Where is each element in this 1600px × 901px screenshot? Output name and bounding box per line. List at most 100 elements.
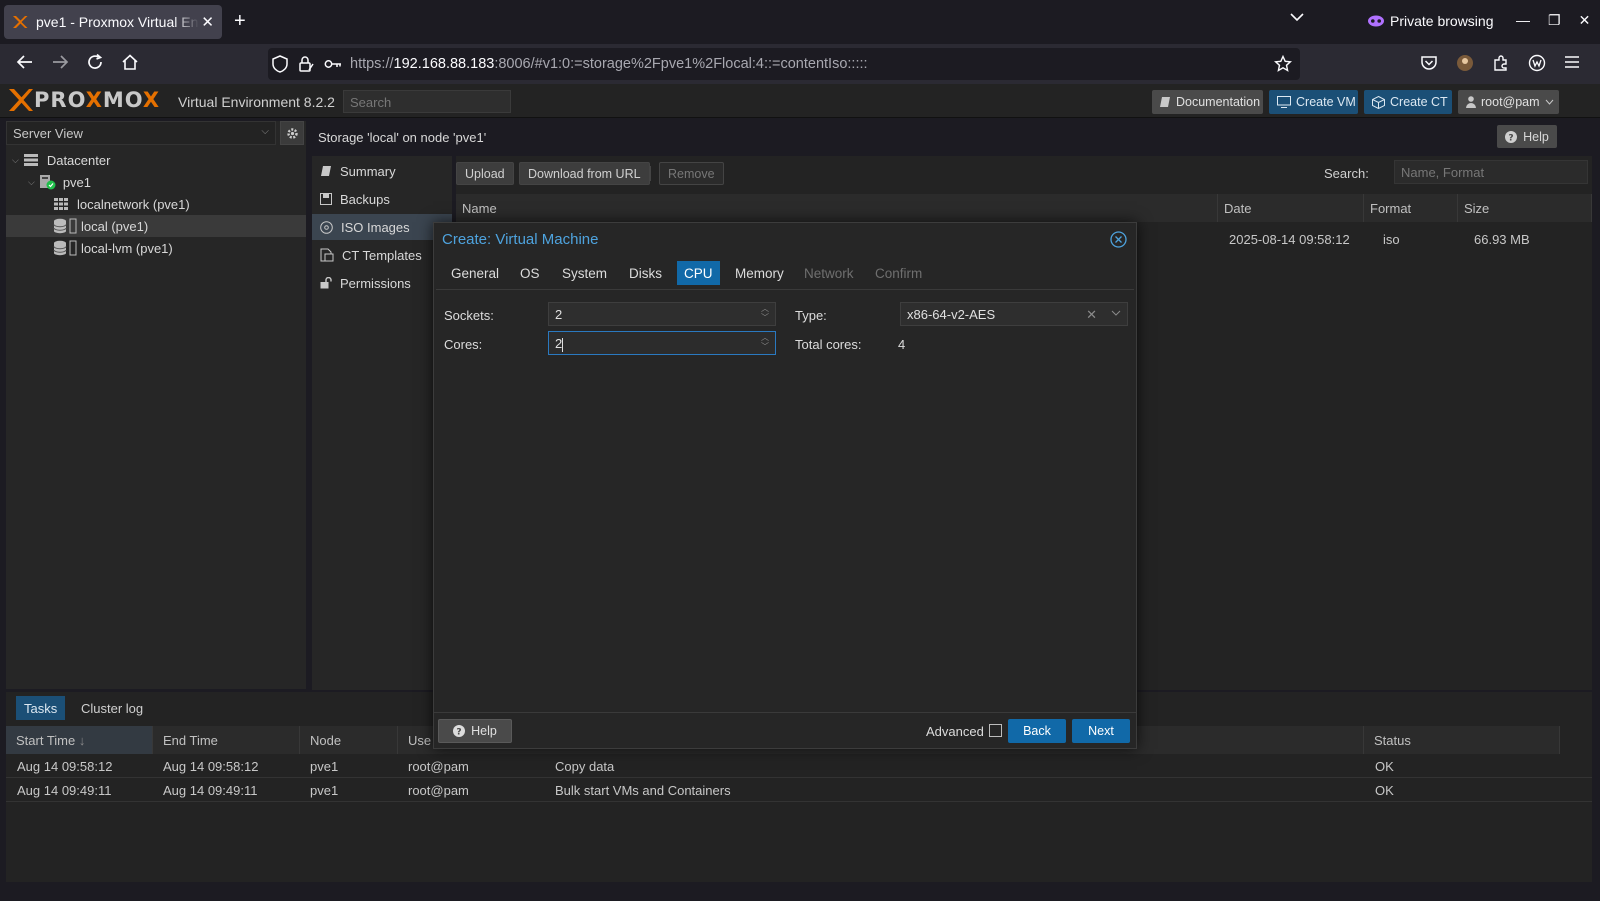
reload-icon[interactable] [86, 53, 104, 71]
documentation-button[interactable]: Documentation [1152, 90, 1263, 114]
toolbar-icons [1420, 54, 1580, 72]
chevron-down-icon[interactable] [1111, 307, 1121, 319]
url-bar[interactable]: https://192.168.88.183:8006/#v1:0:=stora… [268, 48, 1300, 80]
search-label: Search: [1324, 166, 1369, 181]
spinner-arrows-icon[interactable]: ︿ ﹀ [761, 333, 769, 351]
advanced-label: Advanced [926, 724, 984, 739]
text-cursor [562, 337, 564, 352]
help-button[interactable]: ? Help [1497, 125, 1557, 148]
column-header-end-time[interactable]: End Time [153, 726, 300, 754]
proxmox-logo[interactable]: PROXMOX [8, 87, 160, 113]
browser-tab-bar: pve1 - Proxmox Virtual Environment ✕ + P… [0, 0, 1600, 44]
advanced-checkbox[interactable] [989, 724, 1002, 737]
back-arrow-icon[interactable] [16, 53, 34, 71]
tree-item-localnetwork[interactable]: localnetwork (pve1) [6, 193, 306, 215]
grid-search-input[interactable]: Name, Format [1394, 160, 1588, 184]
proxmox-header: PROXMOX Virtual Environment 8.2.2 Search… [0, 84, 1600, 118]
next-button[interactable]: Next [1072, 719, 1130, 743]
storage-subnav: Summary Backups ISO Images CT Templates … [312, 156, 452, 690]
create-vm-button[interactable]: Create VM [1269, 90, 1358, 114]
toolbar-separator [650, 166, 651, 181]
wappalyzer-icon[interactable] [1528, 54, 1546, 72]
tab-disks[interactable]: Disks [622, 261, 669, 285]
subnav-backups[interactable]: Backups [312, 186, 452, 212]
cpu-type-select[interactable]: x86-64-v2-AES ✕ [900, 302, 1128, 326]
lock-warning-icon[interactable] [298, 55, 314, 73]
tab-tasks[interactable]: Tasks [16, 696, 66, 720]
download-from-url-button[interactable]: Download from URL [519, 162, 650, 185]
upload-button[interactable]: Upload [456, 162, 514, 185]
tab-memory[interactable]: Memory [728, 261, 791, 285]
tree-item-local-lvm[interactable]: local-lvm (pve1) [6, 237, 306, 259]
close-circle-icon[interactable] [1110, 231, 1127, 248]
tab-os[interactable]: OS [513, 261, 547, 285]
gear-button[interactable] [280, 121, 304, 145]
restore-icon[interactable]: ❐ [1548, 12, 1561, 29]
dialog-help-button[interactable]: ? Help [438, 719, 512, 743]
home-icon[interactable] [121, 53, 139, 71]
question-circle-icon: ? [453, 725, 466, 738]
tab-cluster-log[interactable]: Cluster log [73, 696, 151, 720]
view-selector[interactable]: Server View ⌵ [6, 121, 276, 145]
menu-hamburger-icon[interactable] [1564, 54, 1580, 72]
remove-button[interactable]: Remove [659, 162, 724, 185]
global-search-input[interactable]: Search [343, 90, 511, 113]
table-row[interactable]: Aug 14 09:58:12 Aug 14 09:58:12 pve1 roo… [6, 754, 1592, 778]
clear-icon[interactable]: ✕ [1086, 307, 1097, 323]
subnav-iso-images[interactable]: ISO Images [312, 214, 452, 240]
cpu-form: Sockets: 2 ︿ ﹀ Cores: 2 ︿ ﹀ Type: x86-64-v… [436, 289, 1134, 712]
tab-system[interactable]: System [555, 261, 614, 285]
forward-arrow-icon[interactable] [51, 53, 69, 71]
extensions-puzzle-icon[interactable] [1492, 54, 1510, 72]
shield-icon[interactable] [272, 55, 288, 73]
column-header-start-time[interactable]: Start Time ↓ [6, 726, 153, 754]
tab-network[interactable]: Network [797, 261, 861, 285]
extension-avatar-icon[interactable] [1456, 54, 1474, 72]
proxmox-x-icon [9, 89, 33, 111]
column-header-date[interactable]: Date [1218, 194, 1364, 222]
spinner-arrows-icon[interactable]: ︿ ﹀ [761, 304, 769, 322]
tab-cpu[interactable]: CPU [677, 261, 720, 285]
dialog-footer: ? Help Advanced Back Next [434, 712, 1136, 748]
file-template-icon [320, 248, 334, 262]
key-icon[interactable] [324, 58, 342, 70]
window-close-icon[interactable]: ✕ [1579, 12, 1591, 29]
back-button[interactable]: Back [1008, 719, 1066, 743]
window-controls: — ❐ ✕ [1516, 12, 1590, 29]
user-icon [1466, 96, 1476, 108]
chevron-down-icon[interactable]: ⌵ [12, 155, 19, 166]
tab-confirm[interactable]: Confirm [868, 261, 929, 285]
close-tab-icon[interactable]: ✕ [201, 13, 214, 31]
tree-item-pve1[interactable]: ⌵ pve1 [6, 171, 306, 193]
subnav-summary[interactable]: Summary [312, 158, 452, 184]
subnav-ct-templates[interactable]: CT Templates [312, 242, 452, 268]
column-header-node[interactable]: Node [300, 726, 398, 754]
bookmark-star-icon[interactable] [1274, 55, 1292, 73]
column-header-status[interactable]: Status [1364, 726, 1560, 754]
tree-item-datacenter[interactable]: ⌵ Datacenter [6, 149, 306, 171]
version-label: Virtual Environment 8.2.2 [178, 94, 335, 110]
subnav-permissions[interactable]: Permissions [312, 270, 452, 296]
column-header-name[interactable]: Name [456, 194, 1218, 222]
column-header-format[interactable]: Format [1364, 194, 1458, 222]
sockets-field[interactable]: 2 ︿ ﹀ [548, 302, 776, 326]
svg-text:?: ? [457, 728, 462, 738]
minimize-icon[interactable]: — [1516, 12, 1530, 29]
tree-item-local[interactable]: local (pve1) [6, 215, 306, 237]
table-row[interactable]: Aug 14 09:49:11 Aug 14 09:49:11 pve1 roo… [6, 778, 1592, 802]
column-header-size[interactable]: Size [1458, 194, 1592, 222]
new-tab-icon[interactable]: + [234, 10, 246, 33]
tab-general[interactable]: General [444, 261, 506, 285]
sockets-label: Sockets: [444, 308, 494, 323]
book-icon [320, 165, 332, 177]
create-ct-button[interactable]: Create CT [1364, 90, 1452, 114]
user-menu-button[interactable]: root@pam [1458, 90, 1559, 114]
private-mask-icon [1368, 15, 1384, 27]
cores-field[interactable]: 2 ︿ ﹀ [548, 331, 776, 355]
private-browsing-indicator: Private browsing [1368, 13, 1494, 29]
chevron-down-icon[interactable]: ⌵ [28, 177, 35, 188]
type-label: Type: [795, 308, 827, 323]
browser-tab[interactable]: pve1 - Proxmox Virtual Environment ✕ [4, 5, 222, 39]
pocket-icon[interactable] [1420, 54, 1438, 72]
tab-list-chevron-icon[interactable] [1290, 12, 1304, 22]
